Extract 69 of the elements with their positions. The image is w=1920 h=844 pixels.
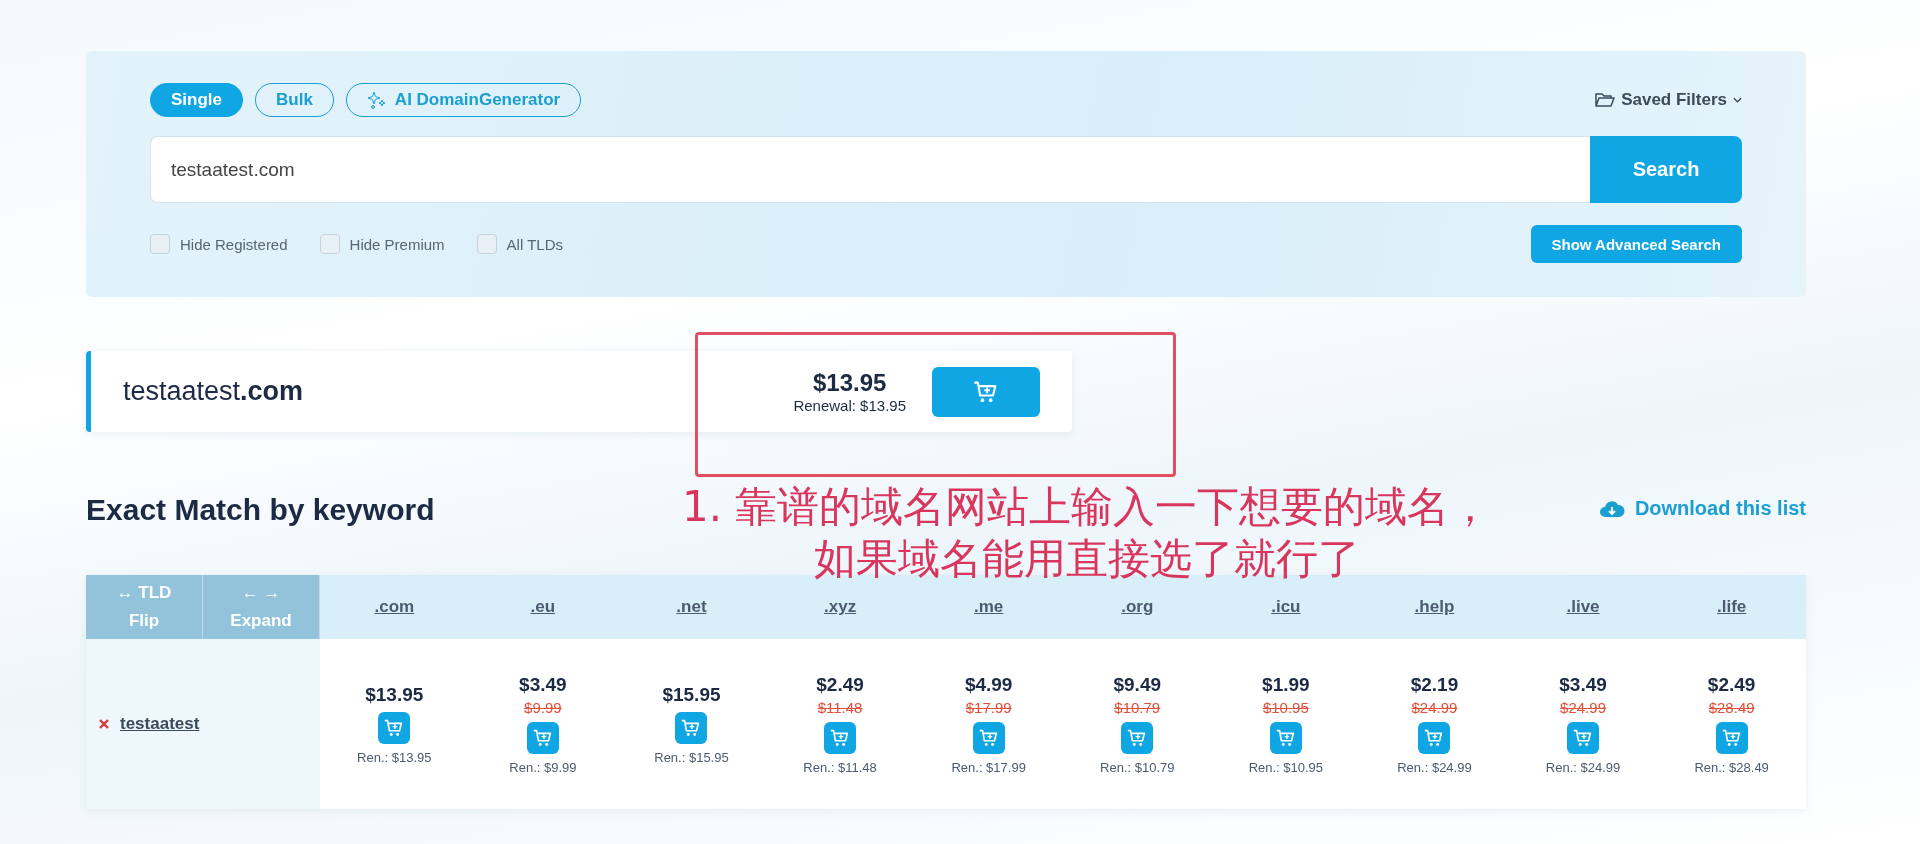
renewal-price: Ren.: $17.99 xyxy=(951,759,1026,775)
price: $15.95 xyxy=(662,683,721,706)
search-field[interactable]: testaatest.com xyxy=(150,136,1590,203)
renewal-price: Ren.: $13.95 xyxy=(357,749,432,765)
renewal-price: Renewal: $13.95 xyxy=(793,397,906,414)
add-to-cart-button[interactable] xyxy=(675,711,708,744)
add-to-cart-button[interactable] xyxy=(1715,721,1748,754)
add-to-cart-button[interactable] xyxy=(824,721,857,754)
folder-icon xyxy=(1595,92,1616,108)
tld-link[interactable]: .eu xyxy=(530,597,556,617)
price: $2.49 xyxy=(816,673,864,696)
renewal-price: Ren.: $28.49 xyxy=(1694,759,1769,775)
add-to-cart-button[interactable] xyxy=(526,721,559,754)
tld-link[interactable]: .live xyxy=(1566,597,1600,617)
tld-link[interactable]: .life xyxy=(1717,597,1747,617)
old-price: $10.95 xyxy=(1262,698,1309,716)
add-to-cart-button[interactable] xyxy=(1269,721,1302,754)
cloud-download-icon xyxy=(1598,498,1625,519)
tld-link[interactable]: .xyz xyxy=(824,597,857,617)
checkbox[interactable] xyxy=(150,234,170,254)
section-title: Exact Match by keyword xyxy=(86,493,435,527)
tld-link[interactable]: .net xyxy=(676,597,707,617)
tld-link[interactable]: .org xyxy=(1121,597,1154,617)
renewal-price: Ren.: $9.99 xyxy=(509,759,577,775)
chevron-down-icon xyxy=(1733,97,1742,103)
add-to-cart-button[interactable] xyxy=(1418,721,1451,754)
checkbox-label: Hide Premium xyxy=(349,235,445,253)
close-icon xyxy=(98,718,110,730)
add-to-cart-button[interactable] xyxy=(378,711,411,744)
domain-link[interactable]: testaatest xyxy=(120,714,200,734)
price: $1.99 xyxy=(1262,673,1310,696)
renewal-price: Ren.: $15.95 xyxy=(654,749,729,765)
tld-link[interactable]: .icu xyxy=(1271,597,1301,617)
renewal-price: Ren.: $10.79 xyxy=(1100,759,1175,775)
checkbox[interactable] xyxy=(319,234,340,254)
old-price: $9.99 xyxy=(524,698,562,716)
add-to-cart-button[interactable] xyxy=(972,721,1005,754)
price: $2.49 xyxy=(1707,673,1756,696)
saved-filters-button[interactable]: Saved Filters xyxy=(1595,90,1742,110)
add-to-cart-button[interactable] xyxy=(1121,721,1154,754)
tld-link[interactable]: .me xyxy=(974,597,1004,617)
price: $2.19 xyxy=(1410,673,1459,696)
add-to-cart-button[interactable] xyxy=(932,366,1040,417)
add-to-cart-button[interactable] xyxy=(1567,721,1600,754)
price: $9.49 xyxy=(1113,673,1162,696)
annotation-text: 如果域名能用直接选了就行了 xyxy=(813,533,1360,585)
old-price: $11.48 xyxy=(817,698,863,716)
old-price: $10.79 xyxy=(1114,698,1161,716)
domain-name: testaatest.com xyxy=(123,376,305,407)
checkbox[interactable] xyxy=(476,234,497,254)
old-price: $24.99 xyxy=(1411,698,1458,716)
old-price: $28.49 xyxy=(1708,698,1755,716)
renewal-price: Ren.: $24.99 xyxy=(1545,759,1621,775)
price: $3.49 xyxy=(1559,673,1607,696)
price: $13.95 xyxy=(365,683,424,706)
price: $13.95 xyxy=(813,369,887,397)
renewal-price: Ren.: $24.99 xyxy=(1397,759,1472,775)
sparkle-icon xyxy=(366,90,387,110)
renewal-price: Ren.: $11.48 xyxy=(803,759,877,775)
annotation-text: 1. 靠谱的域名网站上输入一下想要的域名， xyxy=(681,481,1492,533)
checkbox-label: Hide Registered xyxy=(180,235,288,253)
old-price: $17.99 xyxy=(965,698,1012,716)
checkbox-label: All TLDs xyxy=(506,235,563,253)
price: $4.99 xyxy=(964,673,1013,696)
renewal-price: Ren.: $10.95 xyxy=(1248,759,1324,775)
price: $3.49 xyxy=(519,673,567,696)
tld-link[interactable]: .help xyxy=(1414,597,1455,617)
tld-link[interactable]: .com xyxy=(374,597,415,617)
old-price: $24.99 xyxy=(1560,698,1606,716)
